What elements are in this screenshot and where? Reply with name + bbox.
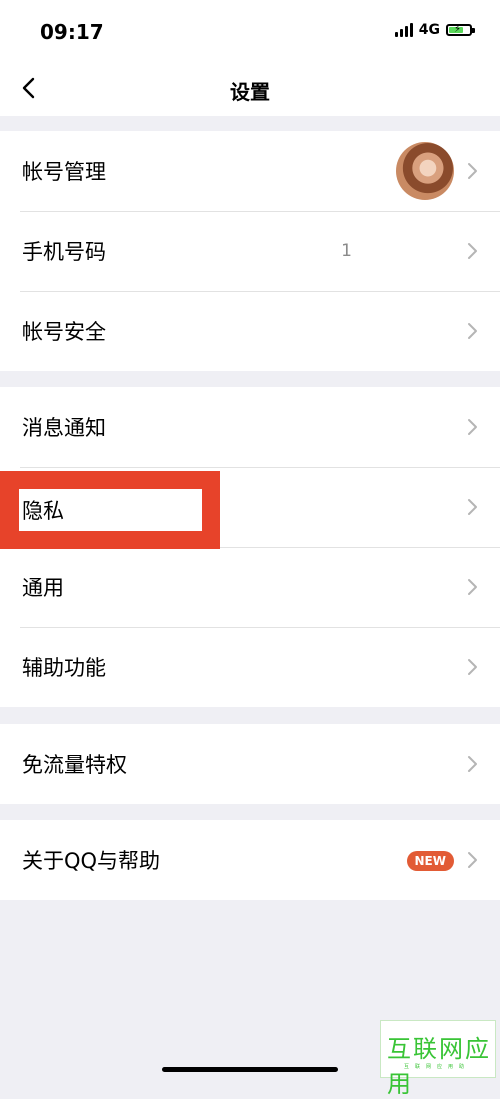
status-time: 09:17 bbox=[40, 20, 104, 44]
row-label: 消息通知 bbox=[22, 416, 106, 440]
chevron-right-icon bbox=[468, 323, 477, 339]
signal-icon bbox=[394, 23, 413, 37]
page-title: 设置 bbox=[230, 80, 270, 104]
row-label: 帐号管理 bbox=[22, 160, 106, 184]
settings-row-notifications[interactable]: 消息通知 bbox=[0, 387, 500, 467]
settings-group-about: 关于QQ与帮助 NEW bbox=[0, 820, 500, 900]
chevron-right-icon bbox=[468, 163, 477, 179]
settings-row-account-security[interactable]: 帐号安全 bbox=[0, 291, 500, 371]
settings-row-phone-number[interactable]: 手机号码 1 bbox=[0, 211, 500, 291]
status-bar: 09:17 4G ⚡ bbox=[0, 0, 500, 62]
chevron-right-icon bbox=[468, 419, 477, 435]
settings-group-account: 帐号管理 手机号码 1 帐号安全 bbox=[0, 131, 500, 371]
row-label: 通用 bbox=[22, 576, 64, 600]
settings-row-account-management[interactable]: 帐号管理 bbox=[0, 131, 500, 211]
chevron-right-icon bbox=[468, 659, 477, 675]
new-badge: NEW bbox=[406, 851, 454, 871]
network-label: 4G bbox=[418, 22, 440, 38]
nav-bar: 设置 bbox=[0, 62, 500, 116]
battery-icon: ⚡ bbox=[446, 24, 475, 36]
privacy-label: 隐私 bbox=[22, 499, 64, 523]
row-label: 关于QQ与帮助 bbox=[22, 849, 161, 873]
settings-row-free-traffic[interactable]: 免流量特权 bbox=[0, 724, 500, 804]
avatar bbox=[396, 142, 454, 200]
chevron-right-icon bbox=[468, 243, 477, 259]
row-label: 辅助功能 bbox=[22, 656, 106, 680]
row-label: 手机号码 bbox=[22, 240, 106, 264]
chevron-right-icon bbox=[468, 499, 477, 515]
home-indicator[interactable] bbox=[162, 1067, 338, 1072]
watermark-subtext: 互联网应用助 bbox=[403, 1064, 470, 1070]
settings-group-traffic: 免流量特权 bbox=[0, 724, 500, 804]
settings-row-accessibility[interactable]: 辅助功能 bbox=[0, 627, 500, 707]
row-label: 免流量特权 bbox=[22, 753, 127, 777]
settings-row-about-help[interactable]: 关于QQ与帮助 NEW bbox=[0, 820, 500, 900]
chevron-right-icon bbox=[468, 852, 477, 868]
chevron-right-icon bbox=[468, 579, 477, 595]
row-label: 帐号安全 bbox=[22, 320, 106, 344]
settings-row-general[interactable]: 通用 bbox=[0, 547, 500, 627]
status-indicators: 4G ⚡ bbox=[394, 22, 475, 38]
chevron-right-icon bbox=[468, 756, 477, 772]
watermark-logo: 互联网应用 互联网应用助 bbox=[380, 1020, 496, 1098]
row-value: 1 bbox=[341, 241, 352, 261]
